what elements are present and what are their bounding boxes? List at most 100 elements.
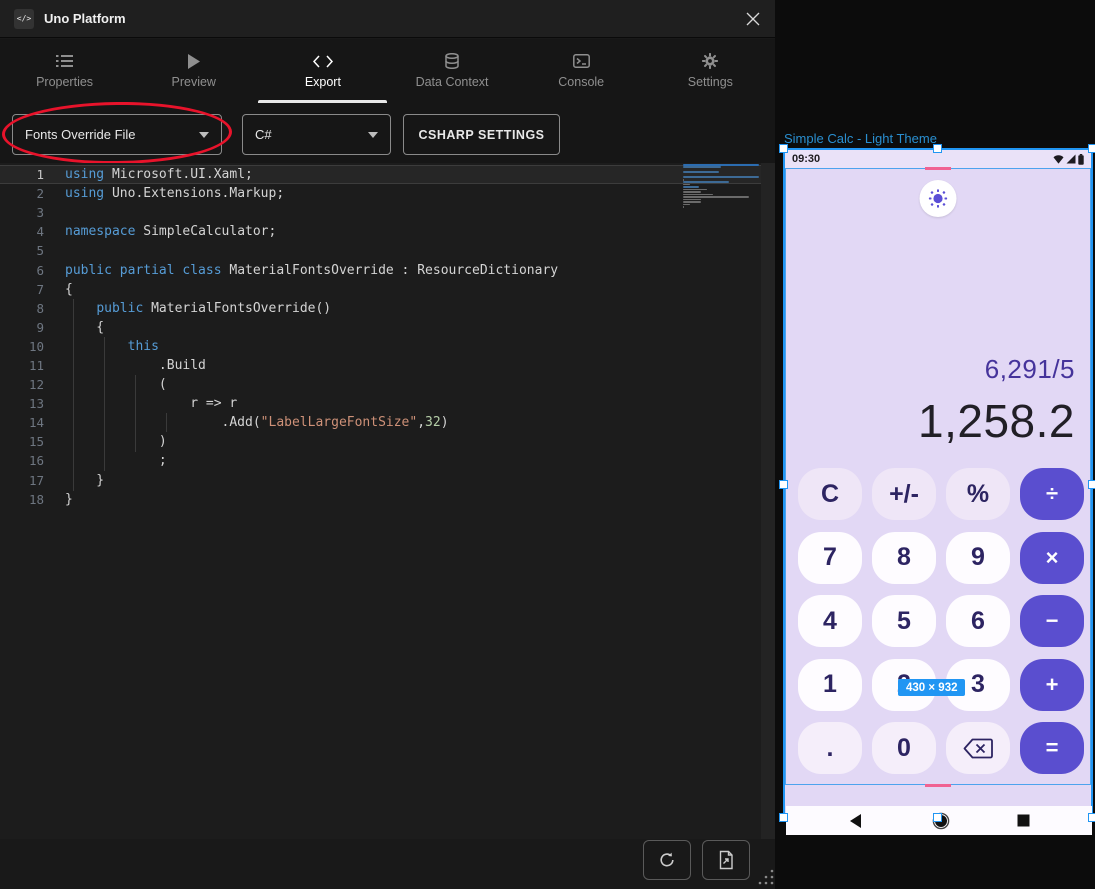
code-line[interactable]: 17 } — [0, 471, 775, 490]
display-expression: 6,291/5 — [918, 354, 1075, 385]
key-5[interactable]: 5 — [872, 595, 936, 647]
chevron-down-icon — [368, 132, 378, 138]
top-anchor-indicator — [925, 167, 951, 170]
nav-back-button[interactable] — [848, 813, 864, 829]
editor-scrollbar[interactable] — [761, 163, 775, 839]
minimap-line — [683, 186, 699, 188]
selection-handle[interactable] — [1088, 813, 1095, 822]
selection-handle[interactable] — [779, 480, 788, 489]
code-line[interactable]: 14 .Add("LabelLargeFontSize",32) — [0, 413, 775, 432]
recents-icon — [1017, 814, 1030, 827]
tab-export[interactable]: Export — [258, 39, 387, 103]
code-line[interactable]: 16 ; — [0, 451, 775, 470]
tab-label: Console — [558, 75, 604, 89]
line-text: } — [44, 473, 104, 488]
line-number: 11 — [0, 358, 44, 373]
key-+[interactable]: + — [1020, 659, 1084, 711]
code-line[interactable]: 12 ( — [0, 375, 775, 394]
code-line[interactable]: 9 { — [0, 318, 775, 337]
csharp-settings-button[interactable]: CSHARP SETTINGS — [403, 114, 560, 155]
tab-bar: Properties Preview Export Data Context C… — [0, 39, 775, 103]
refresh-button[interactable] — [643, 840, 691, 880]
code-line[interactable]: 10 this — [0, 337, 775, 356]
file-type-dropdown[interactable]: Fonts Override File — [12, 114, 222, 155]
export-file-button[interactable] — [702, 840, 750, 880]
selection-handle[interactable] — [779, 813, 788, 822]
editor-footer — [0, 839, 775, 889]
line-text: ( — [44, 377, 167, 392]
selection-handle[interactable] — [933, 813, 942, 822]
tab-label: Export — [305, 75, 341, 89]
key-%[interactable]: % — [946, 468, 1010, 520]
line-number: 3 — [0, 205, 44, 220]
selection-handle[interactable] — [933, 144, 942, 153]
key-1[interactable]: 1 — [798, 659, 862, 711]
key-backspace[interactable] — [946, 722, 1010, 774]
language-dropdown[interactable]: C# — [242, 114, 391, 155]
key-.[interactable]: . — [798, 722, 862, 774]
code-line[interactable]: 6public partial class MaterialFontsOverr… — [0, 260, 775, 279]
resize-grip[interactable] — [757, 868, 775, 886]
minimap-line — [683, 176, 759, 178]
minimap-line — [683, 206, 684, 208]
selection-handle[interactable] — [1088, 144, 1095, 153]
gear-icon — [702, 53, 718, 69]
phone-preview-frame[interactable]: 09:30 — [783, 148, 1093, 818]
tab-properties[interactable]: Properties — [0, 39, 129, 103]
minimap-line — [683, 179, 684, 181]
editor-minimap[interactable] — [683, 164, 759, 210]
bottom-anchor-indicator — [925, 784, 951, 787]
line-number: 12 — [0, 377, 44, 392]
code-line[interactable]: 13 r => r — [0, 394, 775, 413]
key-=[interactable]: = — [1020, 722, 1084, 774]
key-+/-[interactable]: +/- — [872, 468, 936, 520]
file-type-dropdown-value: Fonts Override File — [25, 127, 136, 142]
key-C[interactable]: C — [798, 468, 862, 520]
sun-icon — [929, 189, 948, 208]
key-4[interactable]: 4 — [798, 595, 862, 647]
preview-window-title[interactable]: Simple Calc - Light Theme — [784, 131, 937, 146]
code-line[interactable]: 7{ — [0, 280, 775, 299]
code-line[interactable]: 15 ) — [0, 432, 775, 451]
backspace-icon — [963, 738, 993, 759]
key-÷[interactable]: ÷ — [1020, 468, 1084, 520]
code-line[interactable]: 2using Uno.Extensions.Markup; — [0, 184, 775, 203]
screen: </> Uno Platform Properties Preview Expo… — [0, 0, 1095, 889]
line-number: 16 — [0, 453, 44, 468]
key-−[interactable]: − — [1020, 595, 1084, 647]
selection-handle[interactable] — [779, 144, 788, 153]
close-icon[interactable] — [743, 9, 763, 29]
key-6[interactable]: 6 — [946, 595, 1010, 647]
key-9[interactable]: 9 — [946, 532, 1010, 584]
tab-settings[interactable]: Settings — [646, 39, 775, 103]
line-number: 15 — [0, 434, 44, 449]
code-line[interactable]: 11 .Build — [0, 356, 775, 375]
nav-recents-button[interactable] — [1017, 814, 1030, 827]
tab-preview[interactable]: Preview — [129, 39, 258, 103]
code-editor[interactable]: 1using Microsoft.UI.Xaml;2using Uno.Exte… — [0, 163, 775, 839]
line-text: using Uno.Extensions.Markup; — [44, 186, 284, 201]
app-logo-icon: </> — [14, 9, 34, 29]
line-number: 18 — [0, 492, 44, 507]
refresh-icon — [657, 850, 677, 870]
code-line[interactable]: 4namespace SimpleCalculator; — [0, 222, 775, 241]
tab-data-context[interactable]: Data Context — [387, 39, 516, 103]
key-0[interactable]: 0 — [872, 722, 936, 774]
minimap-line — [683, 184, 690, 186]
key-7[interactable]: 7 — [798, 532, 862, 584]
code-line[interactable]: 1using Microsoft.UI.Xaml; — [0, 165, 775, 184]
code-line[interactable]: 18} — [0, 490, 775, 509]
theme-toggle-button[interactable] — [920, 180, 957, 217]
code-line[interactable]: 8 public MaterialFontsOverride() — [0, 299, 775, 318]
selection-handle[interactable] — [1088, 480, 1095, 489]
uno-studio-panel: </> Uno Platform Properties Preview Expo… — [0, 0, 775, 889]
minimap-line — [683, 181, 729, 183]
code-line[interactable]: 5 — [0, 241, 775, 260]
line-number: 5 — [0, 243, 44, 258]
code-line[interactable]: 3 — [0, 203, 775, 222]
minimap-line — [683, 191, 701, 193]
tab-console[interactable]: Console — [517, 39, 646, 103]
minimap-line — [683, 164, 759, 166]
key-×[interactable]: × — [1020, 532, 1084, 584]
key-8[interactable]: 8 — [872, 532, 936, 584]
